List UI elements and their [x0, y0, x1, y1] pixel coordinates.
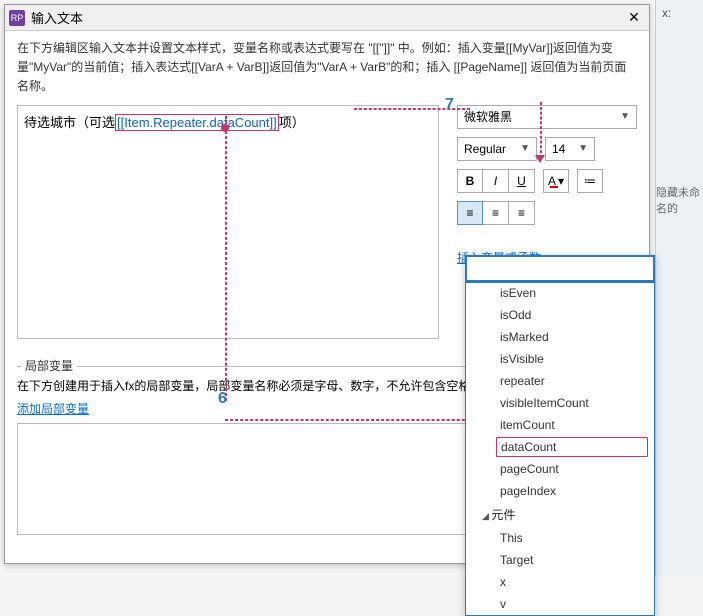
- dropdown-item-pageIndex[interactable]: pageIndex: [466, 480, 654, 502]
- font-weight-value: Regular: [464, 142, 506, 156]
- editor-suffix: 项）: [279, 115, 305, 130]
- annotation-number-6: 6: [218, 390, 227, 408]
- text-style-buttons: B I U: [457, 169, 535, 193]
- align-buttons: ≡ ≡ ≡: [457, 201, 535, 225]
- dialog-help-text: 在下方编辑区输入文本并设置文本样式，变量名称或表达式要写在 "[["]]" 中。…: [5, 31, 649, 105]
- dropdown-item-itemCount[interactable]: itemCount: [466, 414, 654, 436]
- italic-button[interactable]: I: [483, 169, 509, 193]
- font-size-select[interactable]: 14 ▼: [545, 137, 595, 161]
- side-x-label: x:: [656, 0, 703, 26]
- chevron-down-icon: ▼: [620, 111, 630, 122]
- annotation-dot-6: [221, 124, 229, 132]
- add-local-var-link[interactable]: 添加局部变量: [17, 402, 89, 416]
- chevron-down-icon: ▼: [578, 143, 588, 154]
- underline-button[interactable]: U: [509, 169, 535, 193]
- dropdown-item-元件[interactable]: 元件: [466, 502, 654, 527]
- annotation-number-7: 7: [445, 96, 454, 114]
- local-var-section-label: 局部变量: [21, 357, 77, 374]
- dropdown-item-x[interactable]: x: [466, 571, 654, 593]
- dropdown-search-input[interactable]: [467, 257, 653, 281]
- dialog-titlebar: RP 输入文本 ✕: [5, 5, 649, 31]
- align-center-button[interactable]: ≡: [483, 201, 509, 225]
- dropdown-item-isVisible[interactable]: isVisible: [466, 348, 654, 370]
- dropdown-item-dataCount[interactable]: dataCount: [496, 437, 648, 457]
- chevron-down-icon: ▼: [520, 143, 530, 154]
- font-weight-select[interactable]: Regular ▼: [457, 137, 537, 161]
- dropdown-item-Target[interactable]: Target: [466, 549, 654, 571]
- dropdown-item-pageCount[interactable]: pageCount: [466, 458, 654, 480]
- app-icon: RP: [9, 10, 25, 26]
- background-side-panel: x: 隐藏未命名的: [655, 0, 703, 576]
- side-hidden-text: 隐藏未命名的: [656, 184, 701, 216]
- font-family-value: 微软雅黑: [464, 108, 512, 125]
- dropdown-item-isEven[interactable]: isEven: [466, 282, 654, 304]
- editor-prefix: 待选城市（可选: [24, 115, 115, 130]
- dropdown-item-repeater[interactable]: repeater: [466, 370, 654, 392]
- bold-button[interactable]: B: [457, 169, 483, 193]
- dropdown-item-isOdd[interactable]: isOdd: [466, 304, 654, 326]
- text-editor[interactable]: 待选城市（可选[[Item.Repeater.dataCount]]项）: [17, 105, 439, 339]
- align-right-button[interactable]: ≡: [509, 201, 535, 225]
- dialog-title: 输入文本: [31, 8, 623, 27]
- editor-expression-token[interactable]: [[Item.Repeater.dataCount]]: [115, 114, 279, 131]
- dropdown-item-This[interactable]: This: [466, 527, 654, 549]
- variable-function-dropdown: isEvenisOddisMarkedisVisiblerepeatervisi…: [465, 255, 655, 616]
- dropdown-item-visibleItemCount[interactable]: visibleItemCount: [466, 392, 654, 414]
- dropdown-item-isMarked[interactable]: isMarked: [466, 326, 654, 348]
- chevron-down-icon: ▾: [558, 174, 564, 188]
- align-left-button[interactable]: ≡: [457, 201, 483, 225]
- font-size-value: 14: [552, 142, 565, 156]
- dropdown-item-v[interactable]: v: [466, 593, 654, 615]
- close-button[interactable]: ✕: [623, 8, 645, 28]
- font-family-select[interactable]: 微软雅黑 ▼: [457, 105, 637, 129]
- bullet-list-button[interactable]: ≔: [577, 169, 603, 193]
- text-color-button[interactable]: A▾: [543, 169, 569, 193]
- dropdown-list: isEvenisOddisMarkedisVisiblerepeatervisi…: [466, 282, 654, 615]
